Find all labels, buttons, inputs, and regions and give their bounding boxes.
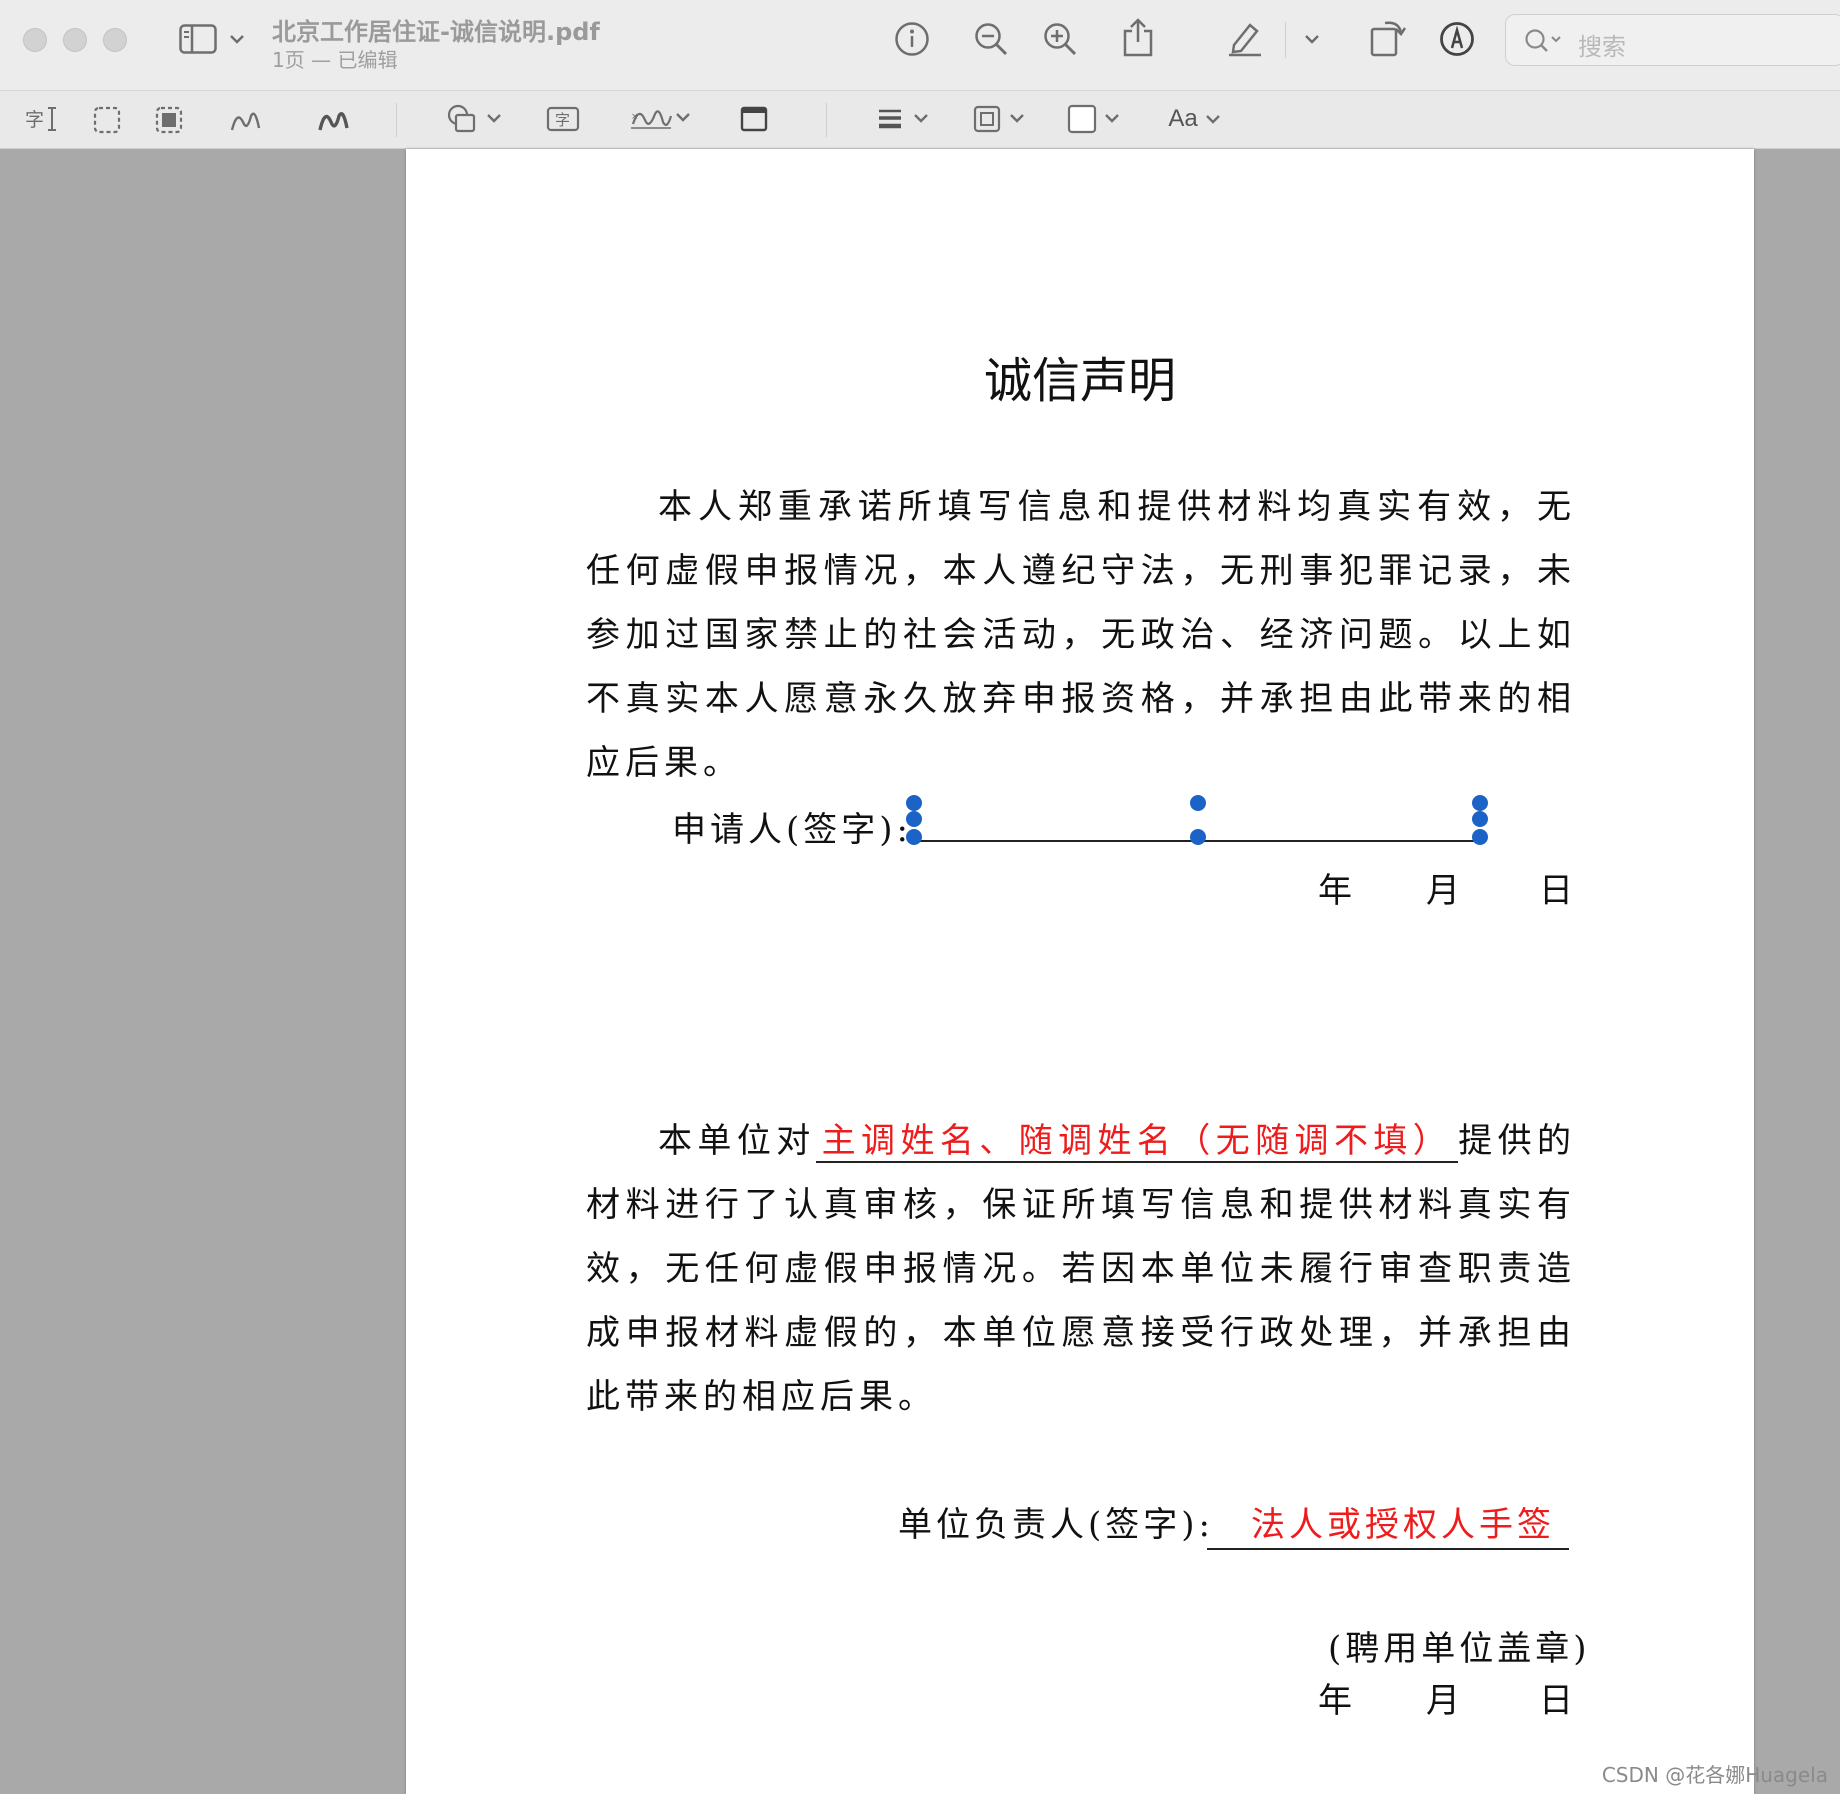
fill-color-icon[interactable] [1065, 103, 1123, 135]
highlight-options-chevron-icon[interactable] [1303, 30, 1321, 48]
markup-icon[interactable] [1438, 20, 1476, 58]
rect-selection-icon[interactable] [92, 105, 122, 135]
date-month-label: 月 [1426, 871, 1460, 911]
text-selection-icon[interactable]: 字 [24, 103, 60, 135]
close-window-button[interactable] [23, 28, 47, 52]
toolbar-divider [826, 103, 827, 137]
svg-text:×: × [631, 112, 639, 122]
selection-handle[interactable] [1190, 795, 1206, 811]
zoom-in-icon[interactable] [1041, 20, 1079, 58]
date-year-label: 年 [1318, 871, 1352, 911]
unit-head-signature-label: 单位负责人(签字): [898, 1505, 1214, 1545]
date-day-label: 日 [1539, 871, 1573, 911]
svg-text:字: 字 [25, 109, 44, 131]
toolbar-divider [396, 103, 397, 137]
signature-line-left [916, 840, 1196, 842]
pdf-page: 诚信声明 本人郑重承诺所填写信息和提供材料均真实有效，无任何虚假申报情况，本人遵… [406, 149, 1754, 1794]
unit-verification-text: 提供的材料进行了认真审核，保证所填写信息和提供材料真实有效，无任何虚假申报情况。… [586, 1121, 1577, 1417]
employer-seal-label: (聘用单位盖章) [1328, 1629, 1591, 1669]
date-year-label: 年 [1318, 1681, 1352, 1721]
document-heading: 诚信声明 [983, 353, 1176, 409]
text-box-icon[interactable]: 字 [545, 103, 581, 135]
applicant-pledge-paragraph: 本人郑重承诺所填写信息和提供材料均真实有效，无任何虚假申报情况，本人遵纪守法，无… [586, 487, 1576, 783]
selection-handle[interactable] [1472, 811, 1488, 827]
window-titlebar: 北京工作居住证-诚信说明.pdf 1页 — 已编辑 搜索 [0, 0, 1840, 91]
smart-lasso-icon[interactable] [154, 105, 184, 135]
markup-toolbar: 字 字 × Aa [0, 91, 1840, 149]
draw-icon[interactable] [316, 105, 352, 135]
document-subtitle: 1页 — 已编辑 [272, 48, 398, 72]
minimize-window-button[interactable] [63, 28, 87, 52]
selection-handle[interactable] [906, 829, 922, 845]
search-field[interactable]: 搜索 [1505, 14, 1840, 66]
chevron-down-icon[interactable] [228, 30, 246, 48]
sketch-icon[interactable] [228, 105, 264, 135]
selection-handle[interactable] [1190, 829, 1206, 845]
line-style-icon[interactable] [874, 103, 932, 135]
shapes-icon[interactable] [445, 103, 505, 135]
unit-verification-prefix: 本单位对 [658, 1121, 816, 1161]
share-icon[interactable] [1121, 16, 1155, 58]
unit-verification-paragraph: 本单位对 主调姓名、随调姓名（无随调不填） 提供的材料进行了认真审核，保证所填写信息… [586, 1109, 1576, 1429]
applicant-signature-label: 申请人(签字): [672, 810, 912, 850]
text-style-label: Aa [1168, 105, 1198, 132]
search-placeholder: 搜索 [1578, 33, 1626, 61]
selection-handle[interactable] [1472, 829, 1488, 845]
rotate-icon[interactable] [1368, 14, 1408, 58]
document-title[interactable]: 北京工作居住证-诚信说明.pdf [272, 12, 600, 47]
zoom-out-icon[interactable] [972, 20, 1010, 58]
search-icon [1524, 27, 1564, 55]
selection-handle[interactable] [1472, 795, 1488, 811]
note-icon[interactable] [738, 103, 770, 135]
selection-handle[interactable] [906, 811, 922, 827]
svg-text:字: 字 [555, 111, 570, 129]
border-color-icon[interactable] [970, 103, 1028, 135]
watermark: CSDN @花各娜Huagela [1601, 1763, 1828, 1787]
sidebar-icon[interactable] [178, 22, 218, 56]
date-month-label: 月 [1426, 1681, 1460, 1721]
applicant-names-fill-in[interactable]: 主调姓名、随调姓名（无随调不填） [815, 1121, 1459, 1163]
text-style-icon[interactable]: Aa [1166, 103, 1224, 135]
selection-handle[interactable] [906, 795, 922, 811]
info-icon[interactable] [893, 20, 931, 58]
sign-icon[interactable]: × [628, 101, 692, 137]
unit-head-signature-fill-in[interactable]: 法人或授权人手签 [1207, 1497, 1569, 1550]
highlight-pen-icon[interactable] [1225, 18, 1265, 58]
date-day-label: 日 [1539, 1681, 1573, 1721]
signature-line-right [1198, 840, 1480, 842]
toolbar-divider [1285, 22, 1286, 58]
zoom-window-button[interactable] [103, 28, 127, 52]
